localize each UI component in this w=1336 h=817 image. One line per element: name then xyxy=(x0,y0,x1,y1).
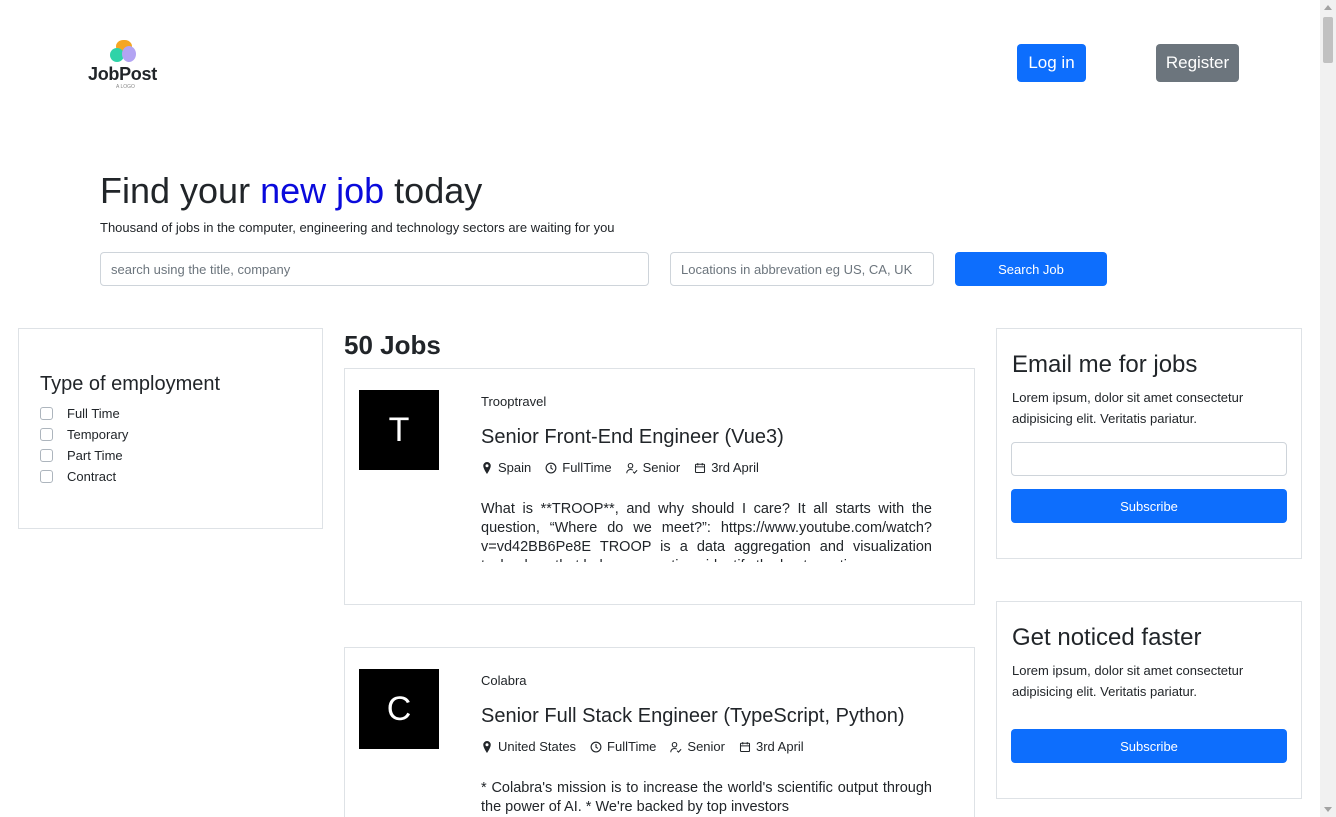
checkbox[interactable] xyxy=(40,407,53,420)
person-check-icon xyxy=(670,741,682,753)
job-level: Senior xyxy=(670,739,725,754)
filter-option-part-time[interactable]: Part Time xyxy=(40,448,123,463)
register-button[interactable]: Register xyxy=(1156,44,1239,82)
noticed-panel-title: Get noticed faster xyxy=(1012,624,1202,651)
job-description: * Colabra's mission is to increase the w… xyxy=(481,780,932,815)
company-avatar: C xyxy=(359,669,439,749)
page-scrollbar[interactable] xyxy=(1320,0,1336,817)
location-pin-icon xyxy=(483,740,491,753)
hero-title: Find your new job today xyxy=(100,170,482,212)
job-location: Spain xyxy=(481,460,531,475)
hero-title-end: today xyxy=(384,170,483,211)
login-button[interactable]: Log in xyxy=(1017,44,1086,82)
filter-option-label: Full Time xyxy=(67,406,120,421)
filter-option-label: Part Time xyxy=(67,448,123,463)
filter-option-contract[interactable]: Contract xyxy=(40,469,116,484)
scroll-down-arrow-icon[interactable] xyxy=(1324,807,1332,812)
filter-option-full-time[interactable]: Full Time xyxy=(40,406,120,421)
subscribe-button[interactable]: Subscribe xyxy=(1011,729,1287,763)
checkbox[interactable] xyxy=(40,449,53,462)
employment-filter-panel: Type of employment Full Time Temporary P… xyxy=(18,328,323,529)
person-check-icon xyxy=(625,462,638,474)
checkbox[interactable] xyxy=(40,470,53,483)
filter-title: Type of employment xyxy=(40,373,221,395)
company-name: Colabra xyxy=(481,673,527,688)
job-date: 3rd April xyxy=(694,460,759,475)
job-type-text: FullTime xyxy=(607,739,657,754)
logo-subtext: A LOGO xyxy=(116,84,135,90)
jobpost-logo[interactable]: JobPost A LOGO xyxy=(80,36,170,100)
hero-title-start: Find your xyxy=(100,170,261,211)
checkbox[interactable] xyxy=(40,428,53,441)
filter-option-label: Contract xyxy=(67,469,117,484)
company-avatar: T xyxy=(359,390,439,470)
job-meta: Spain FullTime Senior 3rd April xyxy=(481,460,773,475)
location-input[interactable] xyxy=(670,252,934,286)
job-title[interactable]: Senior Front-End Engineer (Vue3) xyxy=(481,426,784,449)
job-level-text: Senior xyxy=(642,460,681,475)
logo-petal-purple xyxy=(122,46,136,62)
logo-text: JobPost xyxy=(88,64,157,84)
job-card[interactable]: C Colabra Senior Full Stack Engineer (Ty… xyxy=(344,647,975,817)
job-date-text: 3rd April xyxy=(755,739,804,754)
job-type-text: FullTime xyxy=(562,460,612,475)
job-title[interactable]: Senior Full Stack Engineer (TypeScript, … xyxy=(481,705,905,728)
search-input[interactable] xyxy=(100,252,649,286)
get-noticed-panel: Get noticed faster Lorem ipsum, dolor si… xyxy=(996,601,1302,799)
job-card[interactable]: T Trooptravel Senior Front-End Engineer … xyxy=(344,368,975,605)
calendar-icon xyxy=(739,741,751,752)
job-date-text: 3rd April xyxy=(711,460,759,475)
filter-option-temporary[interactable]: Temporary xyxy=(40,427,128,442)
email-jobs-panel: Email me for jobs Lorem ipsum, dolor sit… xyxy=(996,328,1302,559)
email-panel-title: Email me for jobs xyxy=(1012,351,1198,378)
job-location: United States xyxy=(481,739,576,754)
clock-icon xyxy=(590,741,602,752)
job-type: FullTime xyxy=(590,739,656,754)
email-panel-text: Lorem ipsum, dolor sit amet consectetur … xyxy=(1012,390,1244,426)
noticed-panel-text: Lorem ipsum, dolor sit amet consectetur … xyxy=(1012,663,1244,699)
email-field[interactable] xyxy=(1011,442,1287,476)
location-pin-icon xyxy=(483,461,491,474)
clock-icon xyxy=(545,462,557,473)
subscribe-button[interactable]: Subscribe xyxy=(1011,489,1287,523)
scrollbar-thumb[interactable] xyxy=(1323,17,1333,63)
hero-title-accent: new job xyxy=(260,170,385,211)
company-name: Trooptravel xyxy=(481,394,547,409)
job-level-text: Senior xyxy=(687,739,725,754)
filter-option-label: Temporary xyxy=(67,427,129,442)
job-location-text: Spain xyxy=(498,460,532,475)
calendar-icon xyxy=(695,462,706,473)
search-job-button[interactable]: Search Job xyxy=(955,252,1107,286)
job-date: 3rd April xyxy=(739,739,804,754)
job-meta: United States FullTime Senior 3rd April xyxy=(481,739,818,754)
job-type: FullTime xyxy=(545,460,612,475)
jobs-count: 50 Jobs xyxy=(344,330,441,360)
hero-subtitle: Thousand of jobs in the computer, engine… xyxy=(100,220,615,235)
scroll-up-arrow-icon[interactable] xyxy=(1324,5,1332,10)
job-location-text: United States xyxy=(498,739,577,754)
job-level: Senior xyxy=(625,460,681,475)
job-description: What is **TROOP**, and why should I care… xyxy=(481,501,932,562)
